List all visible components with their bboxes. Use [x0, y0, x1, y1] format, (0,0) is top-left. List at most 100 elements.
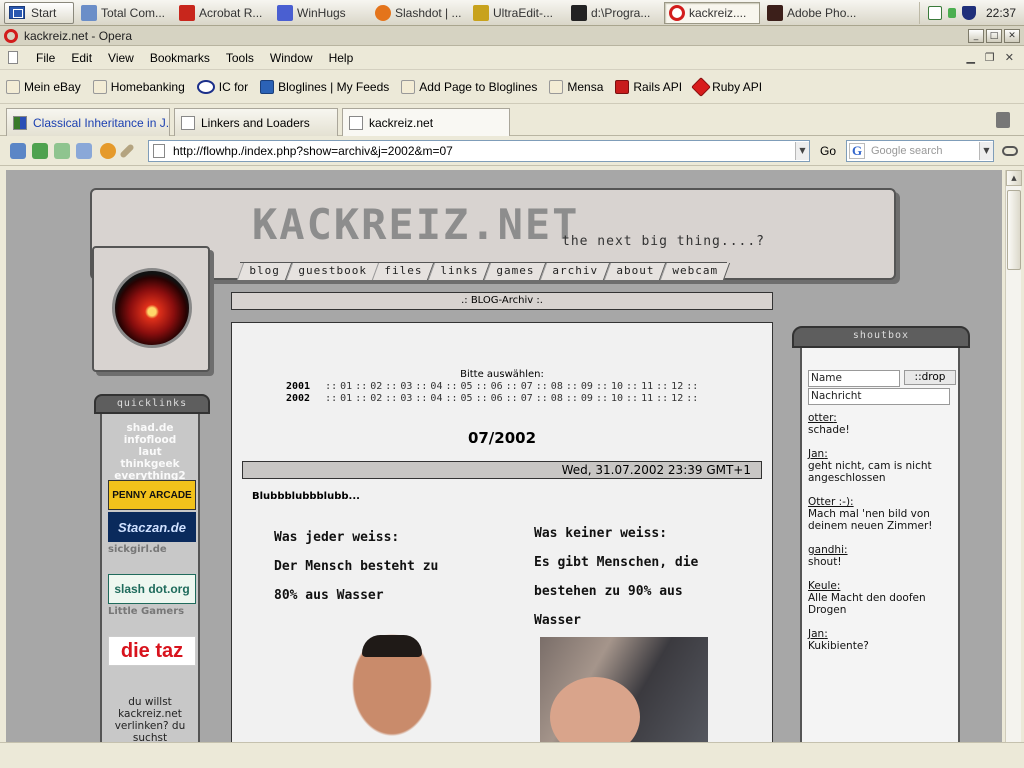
trash-icon[interactable]	[996, 112, 1010, 128]
checkbox-tray-icon[interactable]	[927, 5, 942, 20]
scrollbar-thumb[interactable]	[1007, 190, 1021, 270]
nav-files[interactable]: files	[372, 263, 435, 280]
shout-author[interactable]: otter:	[808, 412, 958, 424]
menu-edit[interactable]: Edit	[63, 51, 100, 65]
taskbar-item-winhugs[interactable]: WinHugs	[272, 2, 368, 24]
month-link[interactable]: 07	[521, 381, 533, 392]
bookmark-homebanking[interactable]: Homebanking	[92, 79, 185, 94]
shout-author[interactable]: gandhi:	[808, 544, 958, 556]
bookmark-mein-ebay[interactable]: Mein eBay	[6, 79, 81, 94]
edit-icon[interactable]	[119, 143, 135, 159]
shout-author[interactable]: Jan:	[808, 628, 958, 640]
bookmark-ruby-api[interactable]: Ruby API	[691, 76, 762, 97]
month-link[interactable]: 05	[461, 393, 473, 404]
nav-about[interactable]: about	[604, 263, 667, 280]
month-link[interactable]: 11	[641, 393, 653, 404]
vertical-scrollbar[interactable]: ▲	[1005, 170, 1022, 742]
taskbar-item-photoshop[interactable]: Adobe Pho...	[762, 2, 858, 24]
forward-icon[interactable]	[54, 143, 70, 159]
bookmark-ic-for[interactable]: IC for	[196, 79, 248, 94]
mdi-close-icon[interactable]: ✕	[1005, 51, 1014, 64]
search-dropdown-icon[interactable]: ▼	[979, 142, 993, 160]
nav-archiv[interactable]: archiv	[540, 263, 611, 280]
month-link[interactable]: 02	[370, 381, 382, 392]
mdi-restore-icon[interactable]: ❐	[985, 51, 995, 64]
fast-forward-icon[interactable]	[76, 143, 92, 159]
address-field[interactable]: http://flowhp./index.php?show=archiv&j=2…	[148, 140, 810, 162]
network-tray-icon[interactable]	[947, 7, 956, 18]
taz-banner[interactable]: die taz	[108, 636, 196, 666]
taskbar-item-ultraedit[interactable]: UltraEdit-...	[468, 2, 564, 24]
month-link[interactable]: 04	[430, 393, 442, 404]
tab-kackreiz[interactable]: kackreiz.net	[342, 108, 510, 137]
quicklink-infoflood[interactable]: infoflood	[102, 434, 198, 446]
month-link[interactable]: 06	[491, 393, 503, 404]
address-dropdown-icon[interactable]: ▼	[795, 142, 809, 160]
nav-webcam[interactable]: webcam	[660, 263, 731, 280]
month-link[interactable]: 12	[671, 381, 683, 392]
month-link[interactable]: 03	[400, 393, 412, 404]
month-link[interactable]: 11	[641, 381, 653, 392]
month-link[interactable]: 09	[581, 381, 593, 392]
sickgirl-label[interactable]: sickgirl.de	[108, 544, 167, 555]
penny-arcade-banner[interactable]: PENNY ARCADE	[108, 480, 196, 510]
shout-author[interactable]: Keule:	[808, 580, 958, 592]
taskbar-item-opera[interactable]: kackreiz....	[664, 1, 760, 24]
shield-tray-icon[interactable]	[961, 5, 976, 20]
taskbar-item-total-commander[interactable]: Total Com...	[76, 2, 172, 24]
reload-icon[interactable]	[100, 143, 116, 159]
menu-view[interactable]: View	[100, 51, 142, 65]
minimize-button[interactable]: _	[968, 28, 984, 43]
search-field[interactable]: G Google search ▼	[846, 140, 994, 162]
tab-linkers-and-loaders[interactable]: Linkers and Loaders	[174, 108, 338, 136]
month-link[interactable]: 01	[340, 393, 352, 404]
month-link[interactable]: 08	[551, 381, 563, 392]
month-link[interactable]: 04	[430, 381, 442, 392]
close-button[interactable]: ✕	[1004, 28, 1020, 43]
month-link[interactable]: 07	[521, 393, 533, 404]
nav-links[interactable]: links	[428, 263, 491, 280]
nav-guestbook[interactable]: guestbook	[285, 263, 379, 280]
bookmark-mensa[interactable]: Mensa	[549, 79, 603, 94]
month-link[interactable]: 08	[551, 393, 563, 404]
mdi-minimize-icon[interactable]: ▁	[966, 51, 974, 64]
bookmark-add-to-bloglines[interactable]: Add Page to Bloglines	[401, 79, 537, 94]
taskbar-item-slashdot[interactable]: Slashdot | ...	[370, 2, 466, 24]
month-link[interactable]: 10	[611, 393, 623, 404]
menu-file[interactable]: File	[28, 51, 63, 65]
month-link[interactable]: 12	[671, 393, 683, 404]
drop-button[interactable]: ::drop	[904, 370, 956, 385]
shout-author[interactable]: Otter :-):	[808, 496, 958, 508]
month-link[interactable]: 10	[611, 381, 623, 392]
go-button[interactable]: Go	[820, 144, 836, 158]
maximize-button[interactable]: □	[986, 28, 1002, 43]
month-link[interactable]: 03	[400, 381, 412, 392]
bookmark-bloglines[interactable]: Bloglines | My Feeds	[260, 79, 389, 94]
month-link[interactable]: 06	[491, 381, 503, 392]
nav-games[interactable]: games	[484, 263, 547, 280]
zoom-glasses-icon[interactable]	[1002, 146, 1018, 156]
taskbar-item-acrobat[interactable]: Acrobat R...	[174, 2, 270, 24]
quicklink-shad[interactable]: shad.de	[102, 422, 198, 434]
menu-tools[interactable]: Tools	[218, 51, 262, 65]
slashdot-banner[interactable]: slash dot.org	[108, 574, 196, 604]
menu-help[interactable]: Help	[321, 51, 362, 65]
shout-name-input[interactable]: Name	[808, 370, 900, 387]
menu-window[interactable]: Window	[262, 51, 321, 65]
shout-message-input[interactable]: Nachricht	[808, 388, 950, 405]
staczan-banner[interactable]: Staczan.de	[108, 512, 196, 542]
tab-classical-inheritance[interactable]: Classical Inheritance in J...	[6, 108, 170, 136]
start-button[interactable]: Start	[4, 1, 74, 24]
bookmark-rails-api[interactable]: Rails API	[615, 79, 682, 94]
site-logo[interactable]: KACKREIZ.NET	[252, 200, 579, 249]
menu-bookmarks[interactable]: Bookmarks	[142, 51, 218, 65]
month-link[interactable]: 05	[461, 381, 473, 392]
quicklink-thinkgeek[interactable]: thinkgeek	[102, 458, 198, 470]
quicklink-laut[interactable]: laut	[102, 446, 198, 458]
little-gamers-label[interactable]: Little Gamers	[108, 606, 184, 617]
back-icon[interactable]	[32, 143, 48, 159]
shout-author[interactable]: Jan:	[808, 448, 958, 460]
month-link[interactable]: 02	[370, 393, 382, 404]
rewind-icon[interactable]	[10, 143, 26, 159]
month-link[interactable]: 01	[340, 381, 352, 392]
